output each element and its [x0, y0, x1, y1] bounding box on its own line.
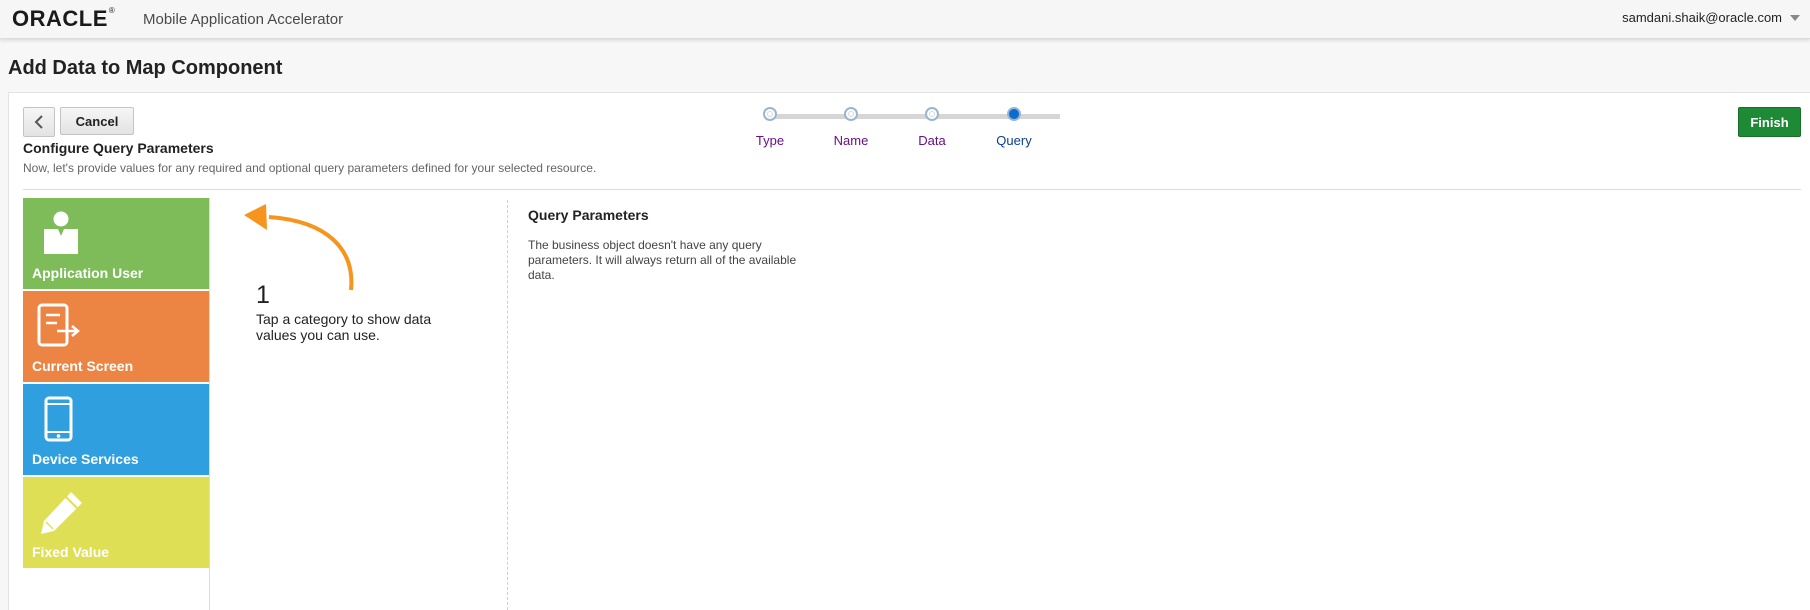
hint-number: 1: [256, 281, 270, 309]
app-name: Mobile Application Accelerator: [143, 11, 344, 28]
tile-label: Fixed Value: [32, 544, 110, 560]
registered-mark: ®: [108, 6, 116, 15]
train-stop-type[interactable]: [763, 107, 777, 121]
user-menu[interactable]: samdani.shaik@oracle.com: [1622, 10, 1800, 25]
phone-icon: [44, 396, 73, 442]
user-icon: [44, 211, 78, 254]
tile-label: Device Services: [32, 451, 139, 467]
train-label-data[interactable]: Data: [892, 133, 972, 148]
pencil-icon: [41, 492, 82, 534]
train-label-query: Query: [996, 133, 1032, 148]
section-title: Configure Query Parameters: [23, 140, 214, 156]
tile-label: Application User: [32, 265, 144, 281]
user-email: samdani.shaik@oracle.com: [1622, 10, 1782, 25]
app-header: ORACLE® Mobile Application Accelerator s…: [0, 0, 1810, 39]
section-description: Now, let's provide values for any requir…: [23, 161, 597, 175]
category-tile-application-user[interactable]: Application User: [23, 198, 209, 289]
query-parameters-message: The business object doesn't have any que…: [528, 238, 797, 282]
category-tile-device-services[interactable]: Device Services: [23, 384, 209, 475]
train-stop-data[interactable]: [925, 107, 939, 121]
chevron-down-icon: [1790, 14, 1800, 21]
category-tile-current-screen[interactable]: Current Screen: [23, 291, 209, 382]
train-stop-name[interactable]: [844, 107, 858, 121]
train-label-name[interactable]: Name: [811, 133, 891, 148]
divider: [23, 189, 1801, 190]
column-separator: [507, 200, 508, 610]
query-parameters-title: Query Parameters: [528, 207, 649, 223]
oracle-logo: ORACLE®: [12, 6, 115, 32]
tile-label: Current Screen: [32, 358, 134, 374]
train-label-type[interactable]: Type: [730, 133, 810, 148]
train-stop-query: [1007, 107, 1021, 121]
page-title: Add Data to Map Component: [8, 57, 283, 79]
logo-text: ORACLE: [12, 6, 108, 31]
hint-text: Tap a category to show data values you c…: [256, 311, 432, 343]
curved-arrow-icon: [244, 204, 354, 291]
finish-button[interactable]: Finish: [1738, 107, 1801, 137]
category-tile-fixed-value[interactable]: Fixed Value: [23, 477, 209, 568]
screen-icon: [37, 303, 80, 347]
tiles-divider: [209, 198, 210, 610]
wizard-panel: Cancel Finish Type Name Data Query Confi…: [8, 92, 1810, 610]
